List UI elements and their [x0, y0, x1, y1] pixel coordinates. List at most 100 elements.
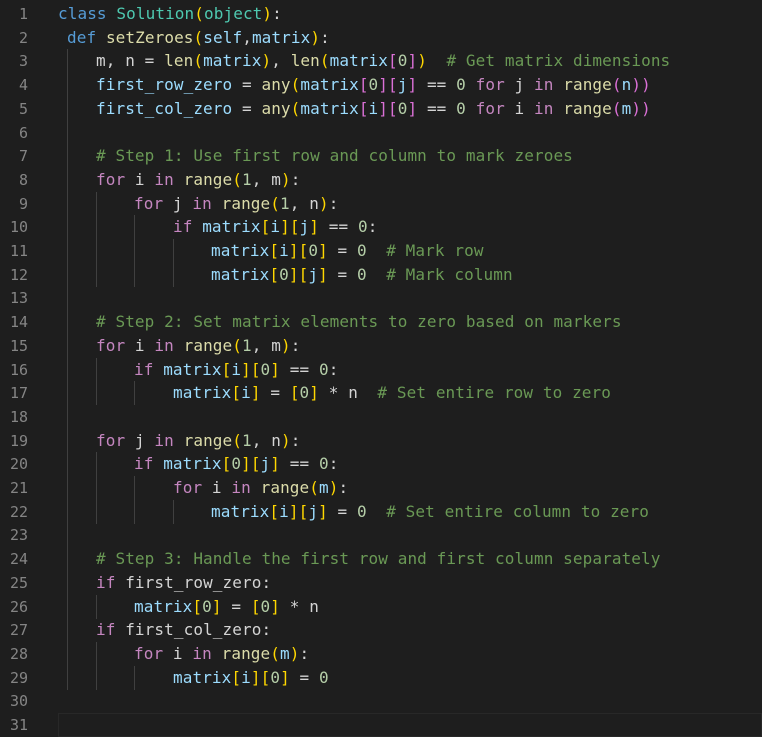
- code-area[interactable]: matrix[i] = [0] * n # Set entire row to …: [58, 381, 762, 406]
- code-text: matrix[i] = [0] * n # Set entire row to …: [173, 381, 611, 405]
- code-editor[interactable]: 1 class Solution(object): 2 def setZeroes(s…: [0, 0, 762, 737]
- line-number: 26: [9, 597, 28, 616]
- code-area[interactable]: [58, 404, 762, 429]
- token: 1: [280, 193, 290, 213]
- code-line[interactable]: 1 class Solution(object):: [0, 2, 762, 26]
- code-line[interactable]: 18: [0, 404, 762, 429]
- token: (: [270, 193, 281, 213]
- code-line[interactable]: 6: [0, 120, 762, 145]
- code-area[interactable]: # Step 1: Use first row and column to ma…: [58, 144, 762, 169]
- code-area[interactable]: def setZeroes(self,matrix):: [58, 26, 762, 50]
- code-line[interactable]: 27 if first_col_zero:: [0, 618, 762, 643]
- indent-guide: [67, 215, 68, 240]
- code-area[interactable]: for i in range(m):: [58, 476, 762, 500]
- code-area[interactable]: if first_row_zero:: [58, 570, 762, 595]
- code-area[interactable]: for i in range(m):: [58, 641, 762, 666]
- code-area[interactable]: for i in range(1, m):: [58, 167, 762, 192]
- code-line[interactable]: 14 # Step 2: Set matrix elements to zero …: [0, 310, 762, 335]
- code-area[interactable]: m, n = len(matrix), len(matrix[0]) # Get…: [58, 49, 762, 74]
- code-line[interactable]: 31: [0, 713, 762, 737]
- code-line[interactable]: 9 for j in range(1, n):: [0, 191, 762, 216]
- code-area[interactable]: # Step 3: Handle the first row and first…: [58, 547, 762, 572]
- code-area[interactable]: for j in range(1, n):: [58, 428, 762, 453]
- code-text: class Solution(object):: [58, 2, 282, 26]
- code-area[interactable]: matrix[0] = [0] * n: [58, 594, 762, 619]
- code-line[interactable]: 8 for i in range(1, m):: [0, 167, 762, 192]
- code-line[interactable]: 20 if matrix[0][j] == 0:: [0, 452, 762, 477]
- token: i: [163, 643, 193, 663]
- code-area[interactable]: if matrix[0][j] == 0:: [58, 452, 762, 477]
- token: (: [319, 51, 330, 71]
- code-area[interactable]: if first_col_zero:: [58, 618, 762, 643]
- token: 1: [242, 335, 252, 355]
- token: :: [328, 193, 339, 213]
- code-line[interactable]: 17 matrix[i] = [0] * n # Set entire row t…: [0, 381, 762, 406]
- code-area[interactable]: matrix[i][0] = 0 # Mark row: [58, 239, 762, 263]
- code-line[interactable]: 3 m, n = len(matrix), len(matrix[0]) # Ge…: [0, 49, 762, 74]
- code-line[interactable]: 13: [0, 286, 762, 311]
- code-line[interactable]: 7 # Step 1: Use first row and column to m…: [0, 144, 762, 169]
- token: [: [358, 75, 369, 95]
- token: ): [280, 169, 291, 189]
- code-line[interactable]: 29 matrix[i][0] = 0: [0, 665, 762, 690]
- token: 0: [318, 454, 329, 474]
- code-line[interactable]: 24 # Step 3: Handle the first row and fir…: [0, 547, 762, 572]
- code-area[interactable]: if matrix[i][j] == 0:: [58, 215, 762, 240]
- token: m: [621, 98, 632, 118]
- code-area[interactable]: matrix[i][j] = 0 # Set entire column to …: [58, 499, 762, 524]
- token: j: [299, 217, 310, 237]
- token: m: [280, 643, 290, 663]
- token: object: [204, 4, 263, 23]
- code-area[interactable]: first_row_zero = any(matrix[0][j] == 0 f…: [58, 73, 762, 98]
- code-line[interactable]: 19 for j in range(1, n):: [0, 428, 762, 453]
- code-area[interactable]: for j in range(1, n):: [58, 191, 762, 216]
- token: :: [328, 359, 339, 379]
- code-line[interactable]: 10 if matrix[i][j] == 0:: [0, 215, 762, 240]
- code-area[interactable]: [58, 286, 762, 311]
- token: :: [299, 643, 310, 663]
- code-text: if matrix[i][0] == 0:: [134, 358, 338, 382]
- code-area[interactable]: first_col_zero = any(matrix[i][0] == 0 f…: [58, 96, 762, 121]
- code-area[interactable]: [58, 523, 762, 548]
- code-area[interactable]: for i in range(1, m):: [58, 333, 762, 358]
- code-area[interactable]: matrix[0][j] = 0 # Mark column: [58, 262, 762, 287]
- token: ): [310, 27, 321, 47]
- code-area[interactable]: # Step 2: Set matrix elements to zero ba…: [58, 310, 762, 335]
- code-line[interactable]: 16 if matrix[i][0] == 0:: [0, 357, 762, 382]
- code-line[interactable]: 2 def setZeroes(self,matrix):: [0, 26, 762, 50]
- line-number: 5: [18, 99, 28, 118]
- code-line[interactable]: 22 matrix[i][j] = 0 # Set entire column t…: [0, 499, 762, 524]
- code-line[interactable]: 11 matrix[i][0] = 0 # Mark row: [0, 239, 762, 263]
- code-line[interactable]: 15 for i in range(1, m):: [0, 333, 762, 358]
- code-line[interactable]: 23: [0, 523, 762, 548]
- code-line[interactable]: 26 matrix[0] = [0] * n: [0, 594, 762, 619]
- code-line[interactable]: 28 for i in range(m):: [0, 641, 762, 666]
- token: 0: [357, 264, 367, 284]
- code-line[interactable]: 21 for i in range(m):: [0, 476, 762, 500]
- indent-guide: [67, 73, 68, 98]
- code-line[interactable]: 4 first_row_zero = any(matrix[0][j] == 0 …: [0, 73, 762, 98]
- token: 0: [357, 217, 368, 237]
- code-area[interactable]: [58, 689, 762, 713]
- code-area[interactable]: class Solution(object):: [58, 2, 762, 26]
- token: self: [203, 27, 243, 47]
- code-area[interactable]: if matrix[i][0] == 0:: [58, 357, 762, 382]
- token: matrix: [163, 454, 222, 474]
- line-number: 1: [18, 5, 28, 23]
- code-line[interactable]: 30: [0, 689, 762, 713]
- code-line[interactable]: 12 matrix[0][j] = 0 # Mark column: [0, 262, 762, 287]
- code-area[interactable]: [58, 713, 762, 737]
- code-area[interactable]: matrix[i][0] = 0: [58, 665, 762, 690]
- code-area[interactable]: [58, 120, 762, 145]
- token: 0: [319, 667, 329, 687]
- code-line[interactable]: 25 if first_row_zero:: [0, 570, 762, 595]
- token: (: [232, 430, 243, 450]
- token: 0: [397, 51, 408, 71]
- code-line[interactable]: 5 first_col_zero = any(matrix[i][0] == 0 …: [0, 96, 762, 121]
- line-number: 29: [9, 668, 28, 687]
